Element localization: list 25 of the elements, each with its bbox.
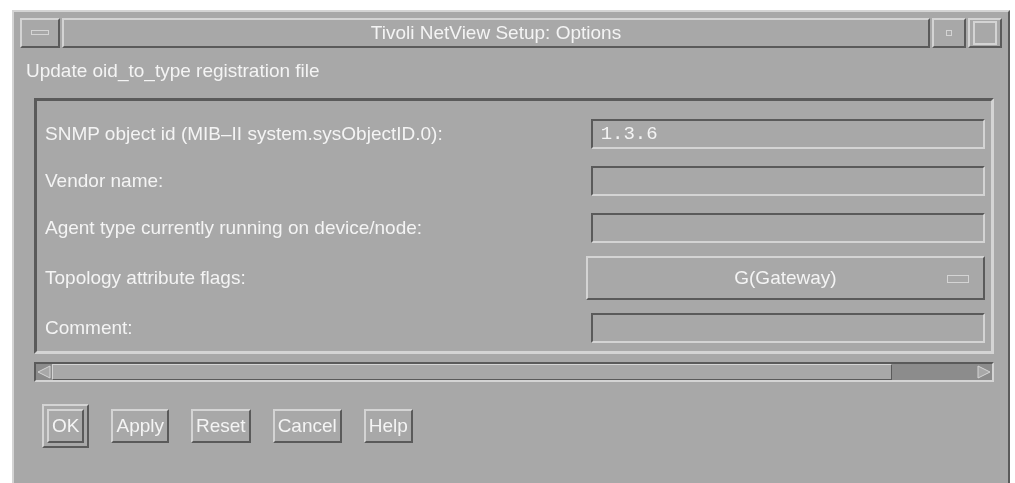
field-label: Agent type currently running on device/node:	[45, 217, 424, 240]
window-menu-button[interactable]	[20, 18, 60, 48]
option-indicator-icon	[947, 274, 969, 283]
horizontal-scrollbar[interactable]	[34, 362, 994, 382]
minimize-button[interactable]	[932, 18, 966, 48]
dialog-button[interactable]: Help	[363, 409, 413, 443]
field-label: Topology attribute flags:	[45, 266, 247, 289]
dialog-button[interactable]: OK	[42, 404, 90, 448]
text-field[interactable]: 1.3.6	[590, 119, 985, 150]
maximize-button[interactable]	[968, 18, 1002, 48]
minimize-icon	[946, 30, 952, 36]
dialog-button[interactable]: Cancel	[272, 409, 342, 443]
field-label: Vendor name:	[45, 170, 165, 193]
dialog-heading: Update oid_to_type registration file	[26, 60, 320, 81]
field-label: Comment:	[45, 316, 134, 339]
text-field[interactable]	[590, 312, 985, 343]
option-menu[interactable]: G(Gateway)	[585, 255, 985, 300]
field-label: SNMP object id (MIB–II system.sysObjectID.0):	[45, 123, 444, 146]
text-field[interactable]	[590, 213, 985, 244]
dialog-button[interactable]: Apply	[111, 409, 169, 443]
dialog-button[interactable]: Reset	[191, 409, 251, 443]
window-title: Tivoli NetView Setup: Options	[62, 18, 930, 48]
text-field[interactable]	[590, 166, 985, 197]
menu-icon	[31, 30, 49, 36]
maximize-icon	[973, 21, 997, 45]
